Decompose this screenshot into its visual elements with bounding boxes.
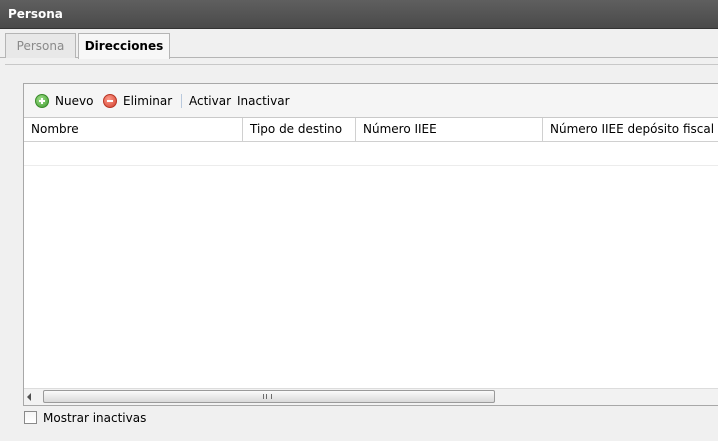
deactivate-button[interactable]: Inactivar bbox=[237, 93, 290, 109]
empty-row bbox=[24, 142, 718, 166]
add-circle-icon bbox=[35, 94, 49, 108]
horizontal-scrollbar[interactable] bbox=[24, 388, 718, 405]
column-header-numero-iiee[interactable]: Número IIEE bbox=[356, 118, 543, 141]
grid-toolbar: Nuevo Eliminar Activar Inactivar bbox=[24, 84, 718, 118]
scrollbar-thumb[interactable] bbox=[43, 390, 495, 403]
show-inactive-checkbox[interactable] bbox=[24, 411, 37, 424]
delete-button-label: Eliminar bbox=[123, 94, 173, 108]
tab-strip: Persona Direcciones bbox=[0, 29, 718, 59]
scroll-left-arrow-icon[interactable] bbox=[27, 393, 31, 401]
tab-persona[interactable]: Persona bbox=[5, 33, 76, 58]
addresses-grid: Nuevo Eliminar Activar Inactivar Nombre … bbox=[23, 83, 718, 406]
window-title: Persona bbox=[8, 7, 63, 21]
show-inactive-label: Mostrar inactivas bbox=[43, 411, 147, 425]
column-header-numero-iiee-deposito[interactable]: Número IIEE depósito fiscal bbox=[543, 118, 718, 141]
new-button-label: Nuevo bbox=[55, 94, 94, 108]
new-button[interactable]: Nuevo bbox=[35, 93, 93, 109]
show-inactive-option[interactable]: Mostrar inactivas bbox=[24, 410, 146, 426]
window-titlebar: Persona bbox=[0, 0, 718, 29]
activate-button[interactable]: Activar bbox=[189, 93, 231, 109]
grid-header: Nombre Tipo de destino Número IIEE Númer… bbox=[24, 118, 718, 142]
delete-button[interactable]: Eliminar bbox=[103, 93, 172, 109]
column-header-nombre[interactable]: Nombre bbox=[24, 118, 243, 141]
tab-direcciones[interactable]: Direcciones bbox=[78, 33, 170, 59]
column-header-tipo-destino[interactable]: Tipo de destino bbox=[243, 118, 356, 141]
toolbar-separator bbox=[181, 94, 182, 108]
grip-icon bbox=[263, 394, 272, 399]
remove-circle-icon bbox=[103, 94, 117, 108]
